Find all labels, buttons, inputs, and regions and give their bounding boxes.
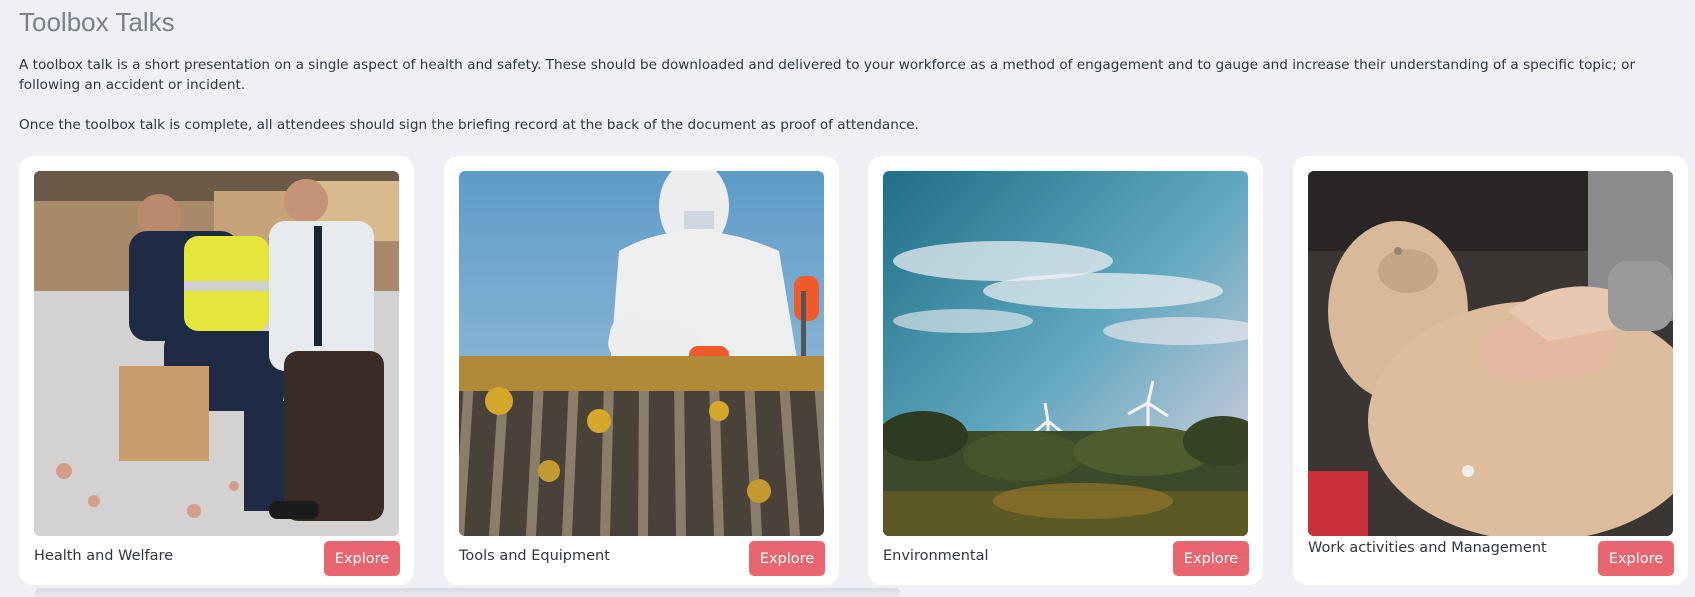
card-label: Tools and Equipment <box>459 548 610 564</box>
instructions-text: Once the toolbox talk is complete, all a… <box>19 117 919 133</box>
scroll-shadow <box>35 588 900 597</box>
explore-button-environmental[interactable]: Explore <box>1173 541 1249 576</box>
card-work-activities-and-management: Work activities and Management Explore <box>1293 156 1688 585</box>
card-health-and-welfare: Health and Welfare Explore <box>19 156 414 585</box>
explore-button-tools-and-equipment[interactable]: Explore <box>749 541 825 576</box>
card-label: Environmental <box>883 548 989 564</box>
roof-worker-photo[interactable] <box>459 171 824 536</box>
cpr-training-photo[interactable] <box>1308 171 1673 536</box>
warehouse-lifting-photo[interactable] <box>34 171 399 536</box>
explore-button-health-and-welfare[interactable]: Explore <box>324 541 400 576</box>
explore-button-work-activities-and-management[interactable]: Explore <box>1598 541 1674 576</box>
card-environmental: Environmental Explore <box>868 156 1263 585</box>
card-tools-and-equipment: Tools and Equipment Explore <box>444 156 839 585</box>
card-label: Health and Welfare <box>34 548 174 564</box>
page-title: Toolbox Talks <box>19 7 175 37</box>
wind-turbines-photo[interactable] <box>883 171 1248 536</box>
card-label: Work activities and Management <box>1308 540 1547 556</box>
intro-text: A toolbox talk is a short presentation o… <box>19 57 1636 93</box>
